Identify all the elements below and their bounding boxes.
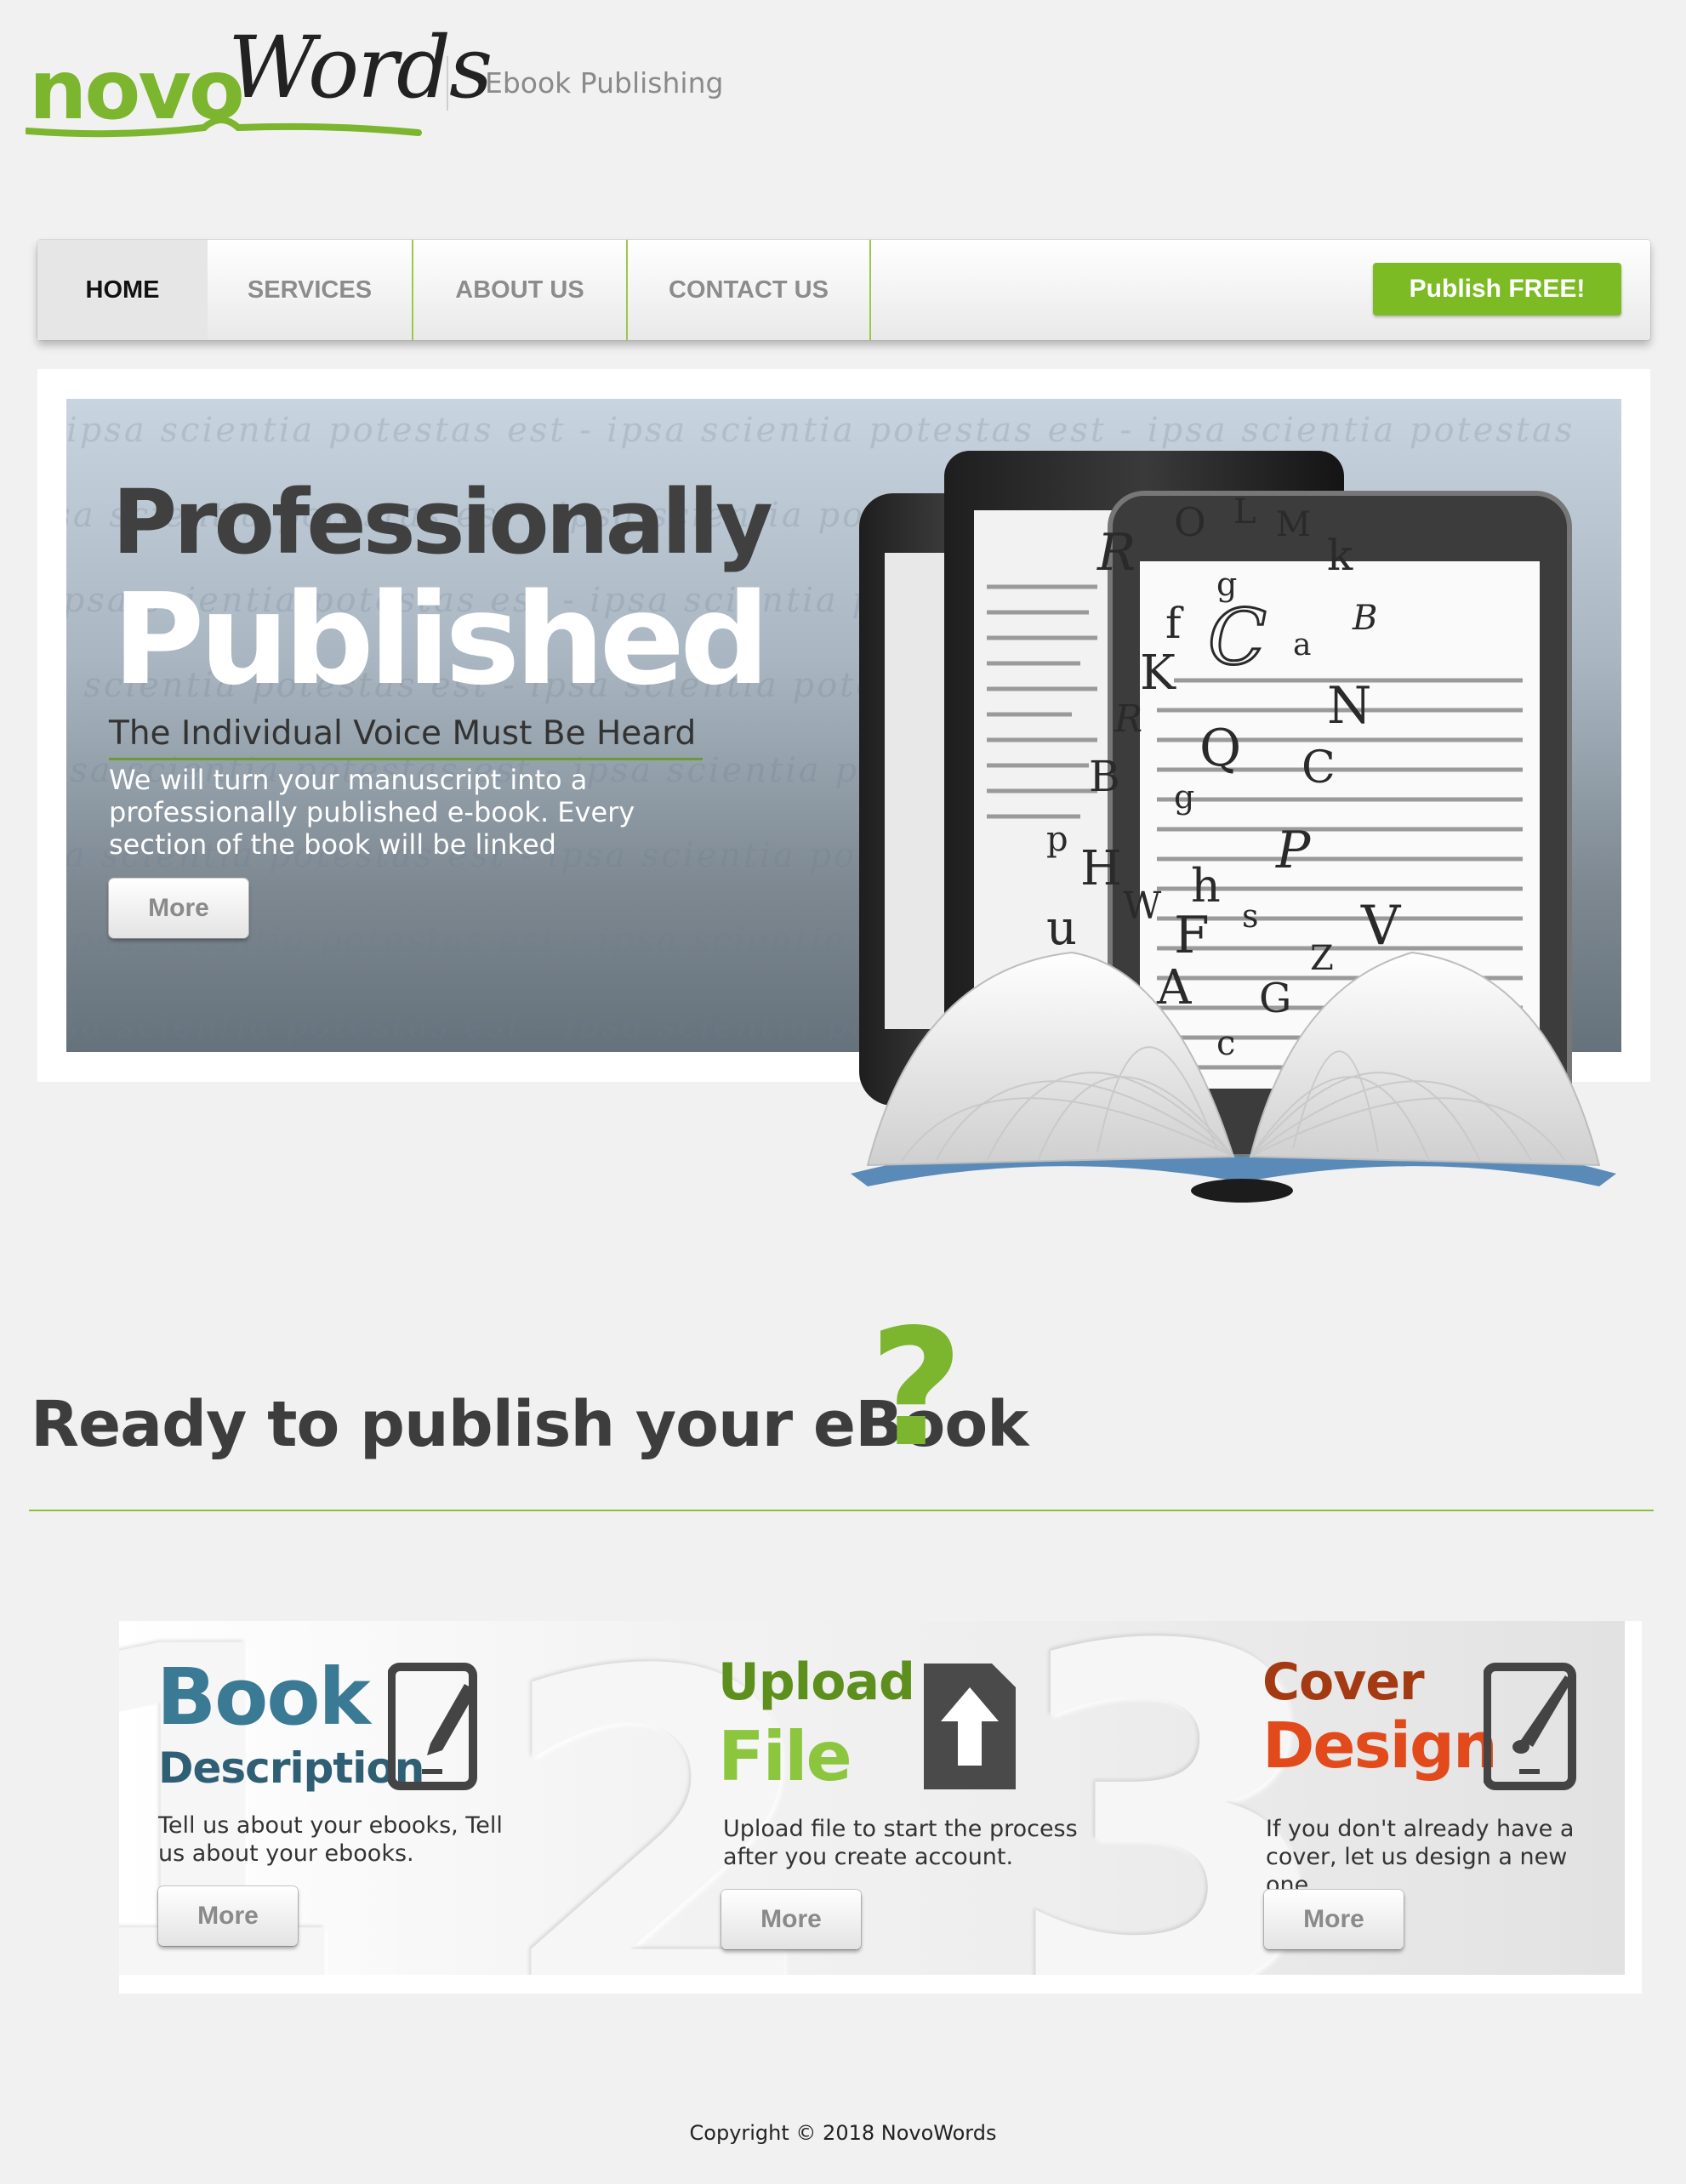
site-logo[interactable]: novo Words xyxy=(26,24,493,143)
step2-subtitle: File xyxy=(718,1717,852,1796)
svg-text:W: W xyxy=(1123,884,1162,928)
upload-file-icon xyxy=(924,1664,1016,1789)
svg-text:p: p xyxy=(1046,820,1068,859)
svg-text:A: A xyxy=(1156,960,1192,1015)
step2-more-button[interactable]: More xyxy=(721,1890,861,1949)
svg-text:P: P xyxy=(1275,821,1312,880)
hero-more-button[interactable]: More xyxy=(109,879,248,938)
svg-text:L: L xyxy=(1233,492,1256,532)
svg-text:R: R xyxy=(1114,697,1142,741)
svg-text:F: F xyxy=(1174,906,1210,965)
hero-title-line1: Professionally xyxy=(112,470,773,574)
svg-text:H: H xyxy=(1080,841,1122,896)
nav-about-us[interactable]: ABOUT US xyxy=(413,240,626,340)
nav-contact-us[interactable]: CONTACT US xyxy=(628,240,869,340)
step3-more-button[interactable]: More xyxy=(1264,1890,1404,1949)
tagline: Ebook Publishing xyxy=(485,66,724,100)
step2-text: Upload file to start the process after y… xyxy=(723,1816,1078,1870)
step1-title: Book xyxy=(157,1652,371,1743)
svg-text:C: C xyxy=(1208,593,1267,682)
ebook-readers-illustration: R O L M k g f C B a K R N Q C B g p P H … xyxy=(851,451,1616,1203)
step1-more-button[interactable]: More xyxy=(158,1886,298,1946)
hero-title-line2: Published xyxy=(112,566,770,713)
pencil-tablet-icon xyxy=(388,1663,477,1790)
logo-words-text: Words xyxy=(228,18,493,117)
svg-text:V: V xyxy=(1360,895,1402,958)
svg-text:R: R xyxy=(1096,523,1136,583)
step3-title: Cover xyxy=(1262,1652,1425,1712)
hero-subtitle: The Individual Voice Must Be Heard xyxy=(109,714,703,760)
footer-copyright: Copyright © 2018 NovoWords xyxy=(689,2121,997,2145)
svg-text:g: g xyxy=(1174,778,1194,816)
step3-text: If you don't already have a cover, let u… xyxy=(1266,1816,1575,1898)
step2-title: Upload xyxy=(718,1652,915,1712)
hero-description: We will turn your manuscript into a prof… xyxy=(109,764,635,861)
svg-text:Q: Q xyxy=(1199,719,1241,778)
svg-text:c: c xyxy=(1216,1024,1235,1063)
section-divider xyxy=(29,1510,1654,1511)
svg-text:G: G xyxy=(1259,975,1291,1022)
logo-swoosh-icon xyxy=(26,117,422,138)
question-mark: ? xyxy=(869,1294,964,1482)
nav-separator xyxy=(869,240,871,340)
svg-text:s: s xyxy=(1242,897,1259,935)
svg-text:C: C xyxy=(1302,742,1336,793)
svg-text:K: K xyxy=(1140,646,1176,701)
publish-free-button[interactable]: Publish FREE! xyxy=(1373,263,1621,316)
step3-subtitle: Design xyxy=(1262,1709,1498,1783)
svg-text:a: a xyxy=(1293,628,1311,663)
svg-text:N: N xyxy=(1327,676,1372,736)
svg-text:h: h xyxy=(1191,859,1221,913)
header-divider xyxy=(447,56,448,111)
main-nav: HOME SERVICES ABOUT US CONTACT US Publis… xyxy=(37,240,1650,340)
nav-services[interactable]: SERVICES xyxy=(208,240,412,340)
nav-home[interactable]: HOME xyxy=(37,240,208,340)
svg-text:B: B xyxy=(1089,752,1120,801)
svg-text:M: M xyxy=(1276,505,1311,544)
step1-text: Tell us about your ebooks, Tell us about… xyxy=(158,1812,503,1867)
brush-tablet-icon xyxy=(1484,1663,1576,1790)
svg-text:k: k xyxy=(1327,531,1353,580)
svg-text:Z: Z xyxy=(1310,939,1334,978)
step1-subtitle: Description xyxy=(158,1743,424,1793)
svg-text:u: u xyxy=(1046,901,1077,956)
svg-text:O: O xyxy=(1174,499,1206,545)
svg-text:B: B xyxy=(1352,599,1377,638)
